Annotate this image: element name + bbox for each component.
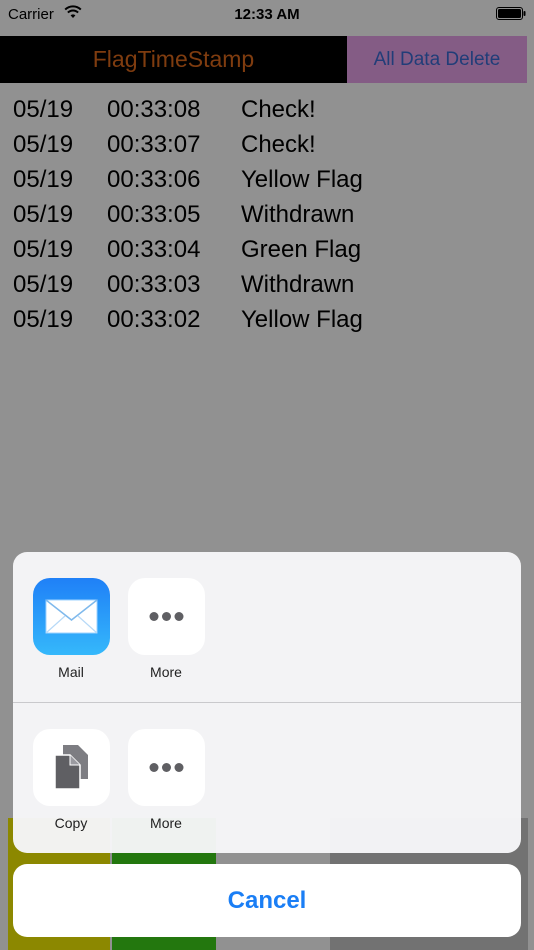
sheet-divider	[13, 702, 521, 703]
copy-icon	[54, 745, 88, 790]
copy-tile[interactable]	[33, 729, 110, 806]
more-icon	[149, 763, 184, 772]
mail-tile[interactable]	[33, 578, 110, 655]
action-more-label: More	[150, 815, 182, 831]
action-more-item[interactable]: More	[118, 729, 214, 839]
mail-icon	[45, 599, 98, 634]
action-more-tile[interactable]	[128, 729, 205, 806]
action-copy-item[interactable]: Copy	[23, 729, 119, 839]
copy-label: Copy	[54, 815, 88, 831]
cancel-button[interactable]: Cancel	[13, 864, 521, 937]
share-more-label: More	[150, 664, 182, 680]
mail-label: Mail	[58, 664, 84, 680]
more-icon	[149, 612, 184, 621]
share-more-item[interactable]: More	[118, 578, 214, 688]
share-more-tile[interactable]	[128, 578, 205, 655]
share-mail-item[interactable]: Mail	[23, 578, 119, 688]
share-sheet: Mail More Copy More	[13, 552, 521, 853]
